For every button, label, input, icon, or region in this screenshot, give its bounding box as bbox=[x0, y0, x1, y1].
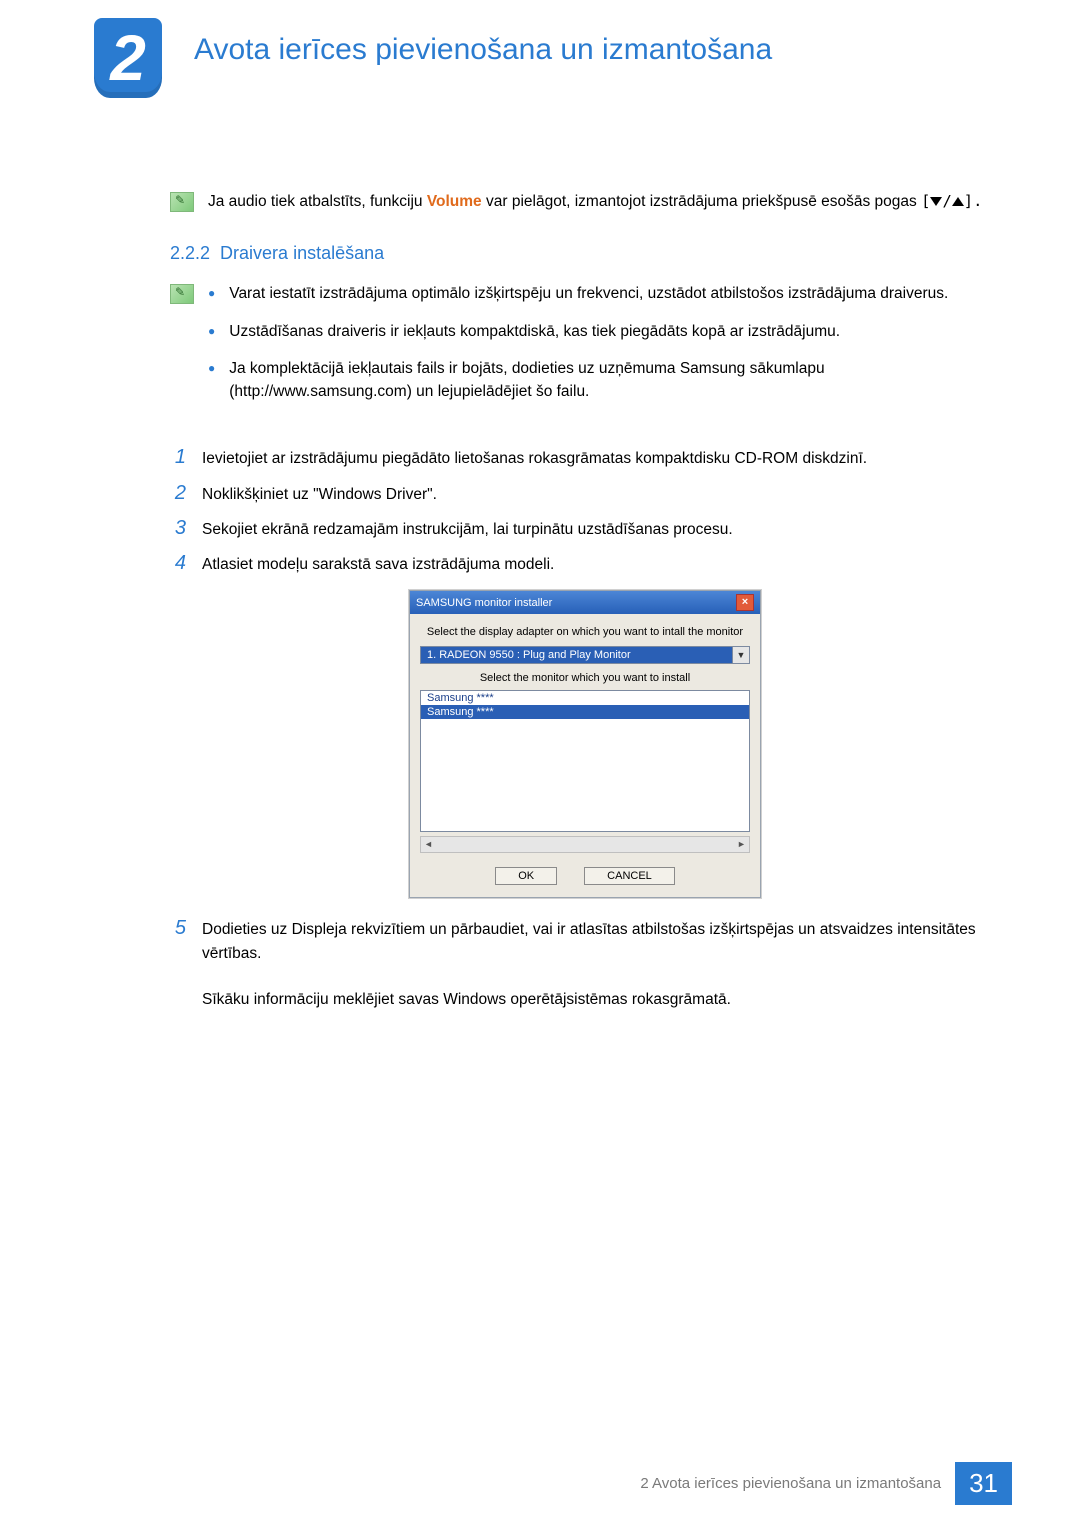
page-number: 31 bbox=[955, 1462, 1012, 1505]
bullet-text: Uzstādīšanas draiveris ir iekļauts kompa… bbox=[229, 320, 840, 343]
step-list: 1 Ievietojiet ar izstrādājumu piegādāto l… bbox=[170, 447, 1000, 576]
step-text: Ievietojiet ar izstrādājumu piegādāto li… bbox=[202, 447, 1000, 470]
bullet-text: Varat iestatīt izstrādājuma optimālo izš… bbox=[229, 282, 948, 305]
note-highlight: Volume bbox=[427, 193, 482, 210]
section-title: Draivera instalēšana bbox=[220, 243, 384, 263]
step-list: 5 Dodieties uz Displeja rekvizītiem un p… bbox=[170, 918, 1000, 1011]
note-icon bbox=[170, 284, 194, 304]
bullet-icon: ● bbox=[208, 282, 215, 305]
note-block: Ja audio tiek atbalstīts, funkciju Volum… bbox=[170, 190, 1000, 213]
bullet-icon: ● bbox=[208, 357, 215, 404]
installer-label-adapter: Select the display adapter on which you … bbox=[420, 626, 750, 638]
monitor-list[interactable]: Samsung **** Samsung **** bbox=[420, 690, 750, 832]
step-number: 3 bbox=[170, 518, 186, 538]
dropdown-arrow-icon[interactable]: ▼ bbox=[732, 647, 749, 663]
ok-button[interactable]: OK bbox=[495, 867, 557, 885]
adapter-dropdown[interactable]: 1. RADEON 9550 : Plug and Play Monitor ▼ bbox=[420, 646, 750, 664]
note-post: var pielāgot, izmantojot izstrādājuma pr… bbox=[482, 193, 917, 210]
horizontal-scrollbar[interactable]: ◄ ► bbox=[420, 836, 750, 853]
step-text: Sekojiet ekrānā redzamajām instrukcijām,… bbox=[202, 518, 1000, 541]
step-text: Atlasiet modeļu sarakstā sava izstrādāju… bbox=[202, 553, 1000, 576]
chapter-title: Avota ierīces pievienošana un izmantošan… bbox=[194, 33, 772, 67]
bullet-text: Ja komplektācijā iekļautais fails ir boj… bbox=[229, 357, 1000, 404]
step-number: 5 bbox=[170, 918, 186, 938]
section-number: 2.2.2 bbox=[170, 243, 210, 263]
list-item[interactable]: Samsung **** bbox=[421, 705, 749, 719]
scroll-left-icon[interactable]: ◄ bbox=[421, 837, 436, 852]
step-text: Dodieties uz Displeja rekvizītiem un pār… bbox=[202, 918, 1000, 1011]
adapter-selected-value: 1. RADEON 9550 : Plug and Play Monitor bbox=[421, 647, 732, 663]
triangle-up-icon bbox=[952, 197, 964, 206]
footer-chapter-label: 2 Avota ierīces pievienošana un izmantoš… bbox=[640, 1475, 941, 1492]
installer-label-monitor: Select the monitor which you want to ins… bbox=[420, 672, 750, 684]
installer-title-text: SAMSUNG monitor installer bbox=[416, 597, 552, 609]
step-text: Noklikšķiniet uz "Windows Driver". bbox=[202, 483, 1000, 506]
note-icon bbox=[170, 192, 194, 212]
note-text: Ja audio tiek atbalstīts, funkciju Volum… bbox=[208, 190, 982, 213]
step5-line1: Dodieties uz Displeja rekvizītiem un pār… bbox=[202, 921, 976, 961]
step5-line2: Sīkāku informāciju meklējiet savas Windo… bbox=[202, 991, 731, 1008]
button-symbols: [/]. bbox=[921, 192, 982, 210]
chapter-number-badge: 2 bbox=[94, 18, 162, 98]
bullet-icon: ● bbox=[208, 320, 215, 343]
list-item[interactable]: Samsung **** bbox=[421, 691, 749, 705]
installer-titlebar: SAMSUNG monitor installer × bbox=[410, 591, 760, 614]
page-footer: 2 Avota ierīces pievienošana un izmantoš… bbox=[640, 1462, 1012, 1505]
installer-dialog: SAMSUNG monitor installer × Select the d… bbox=[409, 590, 761, 898]
step-number: 2 bbox=[170, 483, 186, 503]
info-block: ● Varat iestatīt izstrādājuma optimālo iz… bbox=[170, 282, 1000, 417]
cancel-button[interactable]: CANCEL bbox=[584, 867, 675, 885]
section-heading: 2.2.2 Draivera instalēšana bbox=[170, 243, 1000, 264]
step-number: 1 bbox=[170, 447, 186, 467]
triangle-down-icon bbox=[930, 197, 942, 206]
step-number: 4 bbox=[170, 553, 186, 573]
note-pre: Ja audio tiek atbalstīts, funkciju bbox=[208, 193, 427, 210]
close-button[interactable]: × bbox=[736, 594, 754, 611]
scroll-right-icon[interactable]: ► bbox=[734, 837, 749, 852]
